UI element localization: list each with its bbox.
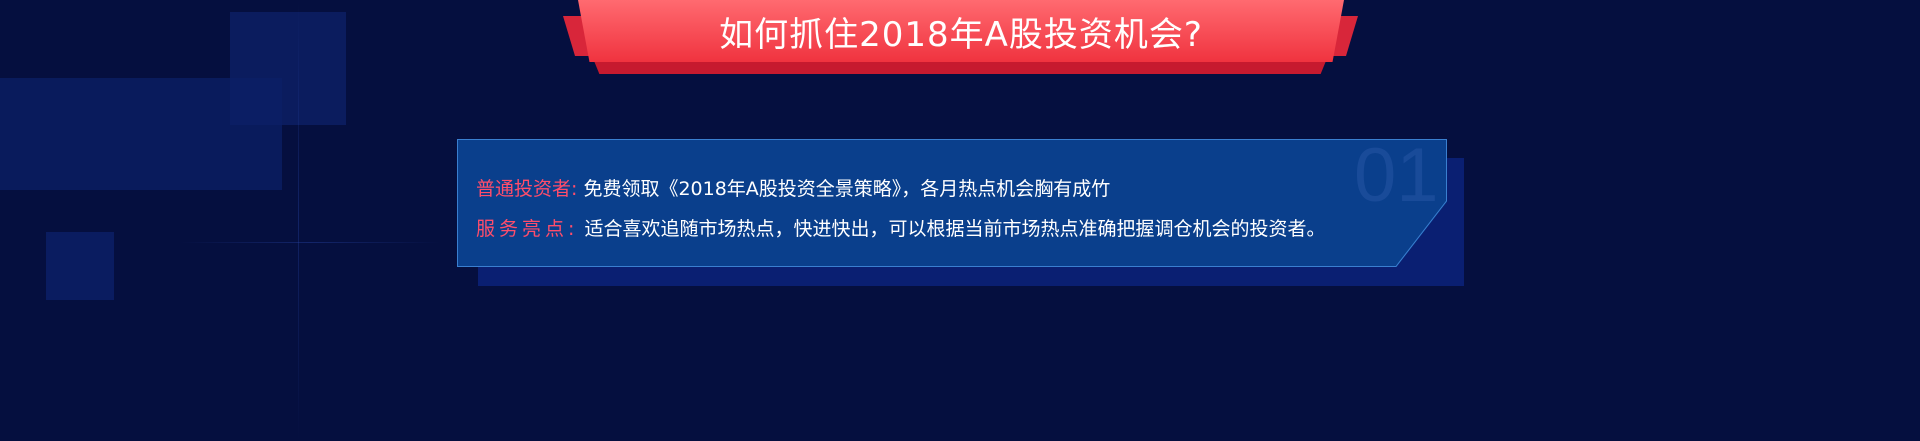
promo-banner: 如何抓住2018年A股投资机会? 01 普通投资者: 免费领取《2018年A股投… <box>0 0 1920 441</box>
title-ribbon: 如何抓住2018年A股投资机会? <box>578 0 1344 62</box>
info-row-label: 普通投资者: <box>476 178 578 200</box>
info-row: 普通投资者: 免费领取《2018年A股投资全景策略》，各月热点机会胸有成竹 <box>476 174 1110 201</box>
info-row: 服务亮点: 适合喜欢追随市场热点，快进快出，可以根据当前市场热点准确把握调仓机会… <box>476 214 1325 241</box>
info-card-border <box>457 139 1447 267</box>
background-line <box>180 242 440 243</box>
page-title: 如何抓住2018年A股投资机会? <box>719 14 1203 55</box>
info-row-value: 适合喜欢追随市场热点，快进快出，可以根据当前市场热点准确把握调仓机会的投资者。 <box>584 218 1326 240</box>
background-line <box>298 0 299 441</box>
background-tile <box>46 232 114 300</box>
background-tile <box>230 12 346 125</box>
card-number: 01 <box>1354 133 1439 218</box>
info-row-label: 服务亮点: <box>476 218 579 240</box>
info-row-value: 免费领取《2018年A股投资全景策略》，各月热点机会胸有成竹 <box>583 178 1111 200</box>
